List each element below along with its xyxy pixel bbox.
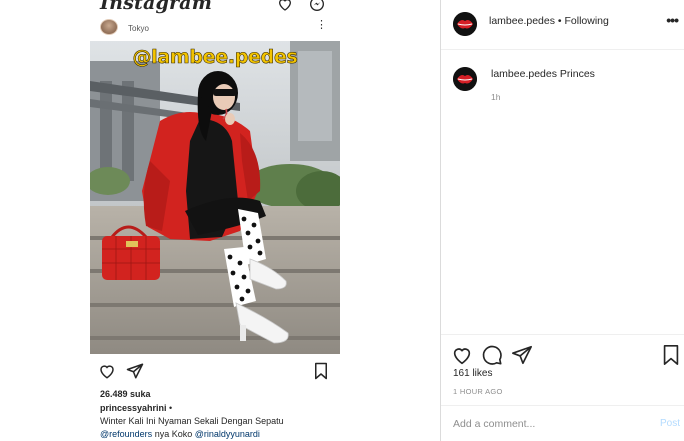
embedded-avatar (100, 19, 118, 35)
header-user-line: lambee.pedes • Following (489, 15, 609, 27)
caption-separator: • (169, 403, 173, 413)
embedded-caption-user: princessyahrini • (100, 403, 172, 413)
post-button[interactable]: Post (660, 418, 680, 429)
instagram-logo: Instagram (100, 0, 212, 14)
embedded-likes: 26.489 suka (100, 389, 151, 399)
embedded-instagram-screenshot: Instagram Tokyo ⋮ @lambee.pedes 26.489 s… (90, 0, 340, 441)
caption-comment: lambee.pedes Princes 1h (441, 64, 684, 104)
post-time: 1 HOUR AGO (453, 387, 503, 396)
bookmark-icon[interactable] (660, 344, 682, 366)
heart-icon[interactable] (451, 344, 473, 366)
post-header: lambee.pedes • Following ••• (441, 0, 684, 50)
embedded-app-header: Instagram (90, 0, 340, 18)
comment-text-line: lambee.pedes Princes (491, 68, 595, 80)
photo-illustration (90, 41, 340, 354)
likes-count[interactable]: 161 likes (453, 368, 492, 379)
comment-input[interactable] (453, 416, 643, 432)
more-options-icon[interactable]: ••• (666, 12, 679, 28)
caption-tag-rinaldy: @rinaldyyunardi (194, 429, 260, 439)
post-photo: @lambee.pedes (90, 41, 340, 354)
avatar[interactable] (453, 67, 477, 91)
embedded-caption-tags: @refounders nya Koko @rinaldyyunardi (100, 429, 260, 439)
following-button[interactable]: Following (565, 15, 609, 27)
avatar[interactable] (453, 12, 477, 36)
embedded-caption-text: Winter Kali Ini Nyaman Sekali Dengan Sep… (100, 416, 284, 426)
heart-icon (100, 365, 114, 379)
post-sidebar: lambee.pedes • Following ••• lambee.pede… (441, 0, 684, 441)
comment-icon[interactable] (481, 344, 503, 366)
embedded-location: Tokyo (128, 24, 149, 33)
comment-box: Post (441, 405, 684, 441)
caption-username: princessyahrini (100, 403, 167, 413)
comment-timestamp: 1h (491, 92, 501, 102)
messenger-icon (310, 0, 324, 11)
heart-icon (278, 0, 292, 11)
embedded-author-row: Tokyo ⋮ (90, 17, 340, 39)
caption-mid-text: nya Koko (154, 429, 193, 439)
header-separator: • (557, 15, 562, 27)
share-icon (126, 363, 144, 379)
post-image-panel: Instagram Tokyo ⋮ @lambee.pedes 26.489 s… (0, 0, 441, 441)
share-icon[interactable] (511, 344, 533, 366)
embedded-actions (90, 358, 340, 384)
caption-tag-refounders: @refounders (100, 429, 153, 439)
comment-body: Princes (559, 68, 595, 80)
bookmark-icon (315, 362, 327, 380)
header-username[interactable]: lambee.pedes (489, 15, 555, 27)
photo-watermark: @lambee.pedes (132, 46, 298, 69)
comment-username[interactable]: lambee.pedes (491, 68, 557, 80)
embedded-more-icon: ⋮ (316, 19, 327, 31)
lips-logo-icon (453, 12, 477, 36)
lips-logo-icon (453, 67, 477, 91)
